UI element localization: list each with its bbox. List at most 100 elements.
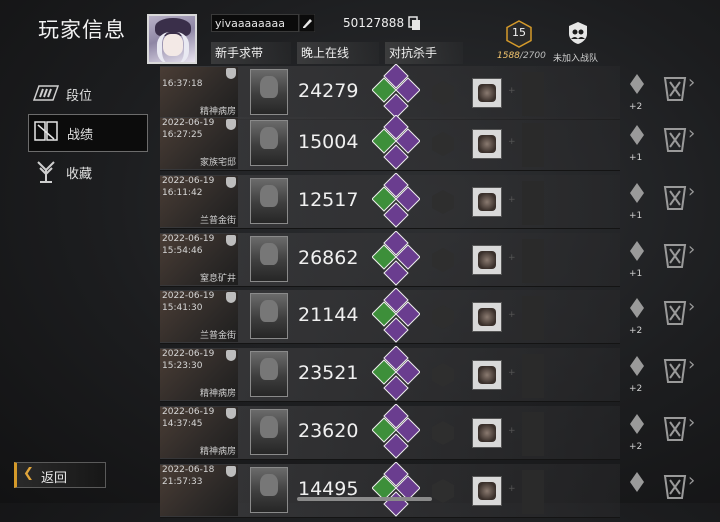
pip-icon bbox=[630, 241, 644, 261]
offering-icon bbox=[472, 245, 502, 275]
shield-icon bbox=[226, 119, 236, 130]
match-row[interactable]: 2022-06-18 21:57:33 14495 + › bbox=[160, 461, 720, 518]
addon-slot-icon bbox=[522, 470, 544, 492]
pip-icon bbox=[630, 472, 644, 492]
match-row[interactable]: 16:37:18 精神病房 24279 + +2 › bbox=[160, 63, 720, 120]
map-name: 精神病房 bbox=[199, 447, 236, 457]
pip-change: +1 bbox=[629, 153, 643, 163]
addon-slot-icon bbox=[522, 261, 544, 283]
offering-icon bbox=[472, 360, 502, 390]
plus-icon: + bbox=[508, 484, 516, 494]
map-name: 精神病房 bbox=[199, 389, 236, 399]
emblem-icon bbox=[662, 472, 688, 502]
perks-icon bbox=[371, 461, 421, 518]
match-time: 21:57:33 bbox=[162, 477, 203, 487]
chevron-right-icon[interactable]: › bbox=[688, 123, 695, 144]
plus-icon: + bbox=[508, 253, 516, 263]
character-portrait bbox=[250, 467, 288, 513]
pip-change: +1 bbox=[629, 269, 643, 279]
back-button[interactable]: ❮ 返回 bbox=[14, 462, 106, 488]
match-date: 2022-06-18 bbox=[162, 465, 215, 475]
map-name: 家族宅邸 bbox=[199, 158, 236, 168]
shield-icon bbox=[226, 177, 236, 188]
addon-slot-icon bbox=[522, 123, 544, 145]
empty-slot-icon bbox=[430, 478, 456, 504]
pip-change: +2 bbox=[629, 384, 643, 394]
empty-slot-icon bbox=[430, 131, 456, 157]
shield-icon bbox=[226, 292, 236, 303]
match-row[interactable]: 2022-06-19 15:54:46 窒息矿井 26862 + +1 › bbox=[160, 230, 720, 287]
match-score: 23521 bbox=[298, 362, 359, 384]
addon-slot-icon bbox=[522, 376, 544, 398]
offering-icon bbox=[472, 78, 502, 108]
perks-icon bbox=[371, 345, 421, 402]
emblem-icon bbox=[662, 183, 688, 213]
addon-slot-icon bbox=[522, 181, 544, 203]
scroll-indicator[interactable] bbox=[297, 497, 432, 501]
character-portrait bbox=[250, 409, 288, 455]
pip-change: +1 bbox=[629, 211, 643, 221]
match-row[interactable]: 2022-06-19 14:37:45 精神病房 23620 + +2 › bbox=[160, 403, 720, 460]
plus-icon: + bbox=[508, 368, 516, 378]
addon-slot-icon bbox=[522, 434, 544, 456]
match-score: 23620 bbox=[298, 420, 359, 442]
map-name: 精神病房 bbox=[199, 107, 236, 117]
shield-icon bbox=[226, 68, 236, 79]
plus-icon: + bbox=[508, 195, 516, 205]
plus-icon: + bbox=[508, 426, 516, 436]
chevron-right-icon[interactable]: › bbox=[688, 354, 695, 375]
pip-icon bbox=[630, 414, 644, 434]
pip-icon bbox=[630, 298, 644, 318]
match-date: 2022-06-19 bbox=[162, 176, 215, 186]
pip-icon bbox=[630, 183, 644, 203]
chevron-right-icon[interactable]: › bbox=[688, 412, 695, 433]
perks-icon bbox=[371, 114, 421, 171]
pip-icon bbox=[630, 356, 644, 376]
plus-icon: + bbox=[508, 137, 516, 147]
emblem-icon bbox=[662, 298, 688, 328]
match-row[interactable]: 2022-06-19 15:41:30 兰普金街 21144 + +2 › bbox=[160, 287, 720, 344]
match-score: 15004 bbox=[298, 131, 359, 153]
pip-change: +2 bbox=[629, 442, 643, 452]
offering-icon bbox=[472, 187, 502, 217]
match-time: 15:41:30 bbox=[162, 303, 203, 313]
match-row[interactable]: 2022-06-19 16:11:42 兰普金街 12517 + +1 › bbox=[160, 172, 720, 229]
chevron-right-icon[interactable]: › bbox=[688, 239, 695, 260]
addon-slot-icon bbox=[522, 318, 544, 340]
match-time: 15:23:30 bbox=[162, 361, 203, 371]
match-date: 2022-06-19 bbox=[162, 234, 215, 244]
match-time: 15:54:46 bbox=[162, 246, 203, 256]
pip-change: +2 bbox=[629, 102, 643, 112]
chevron-right-icon[interactable]: › bbox=[688, 296, 695, 317]
match-row[interactable]: 2022-06-19 15:23:30 精神病房 23521 + +2 › bbox=[160, 345, 720, 402]
match-score: 12517 bbox=[298, 189, 359, 211]
chevron-right-icon[interactable]: › bbox=[688, 181, 695, 202]
emblem-icon bbox=[662, 356, 688, 386]
addon-slot-icon bbox=[522, 203, 544, 225]
shield-icon bbox=[226, 408, 236, 419]
offering-icon bbox=[472, 418, 502, 448]
match-row[interactable]: 2022-06-19 16:27:25 家族宅邸 15004 + +1 › bbox=[160, 114, 720, 171]
pip-icon bbox=[630, 74, 644, 94]
match-score: 24279 bbox=[298, 80, 359, 102]
chevron-right-icon[interactable]: › bbox=[688, 470, 695, 491]
addon-slot-icon bbox=[522, 72, 544, 94]
match-list[interactable]: 16:37:18 精神病房 24279 + +2 › 2022-06-19 16:27:25 家… bbox=[0, 0, 720, 518]
back-arrow-icon: ❮ bbox=[23, 466, 34, 481]
perks-icon bbox=[371, 403, 421, 460]
character-portrait bbox=[250, 293, 288, 339]
match-score: 21144 bbox=[298, 304, 359, 326]
chevron-right-icon[interactable]: › bbox=[688, 72, 695, 93]
shield-icon bbox=[226, 235, 236, 246]
offering-icon bbox=[472, 129, 502, 159]
addon-slot-icon bbox=[522, 412, 544, 434]
match-date: 2022-06-19 bbox=[162, 118, 215, 128]
perks-icon bbox=[371, 172, 421, 229]
pip-icon bbox=[630, 125, 644, 145]
addon-slot-icon bbox=[522, 296, 544, 318]
shield-icon bbox=[226, 350, 236, 361]
match-date: 2022-06-19 bbox=[162, 291, 215, 301]
character-portrait bbox=[250, 236, 288, 282]
empty-slot-icon bbox=[430, 362, 456, 388]
addon-slot-icon bbox=[522, 94, 544, 116]
